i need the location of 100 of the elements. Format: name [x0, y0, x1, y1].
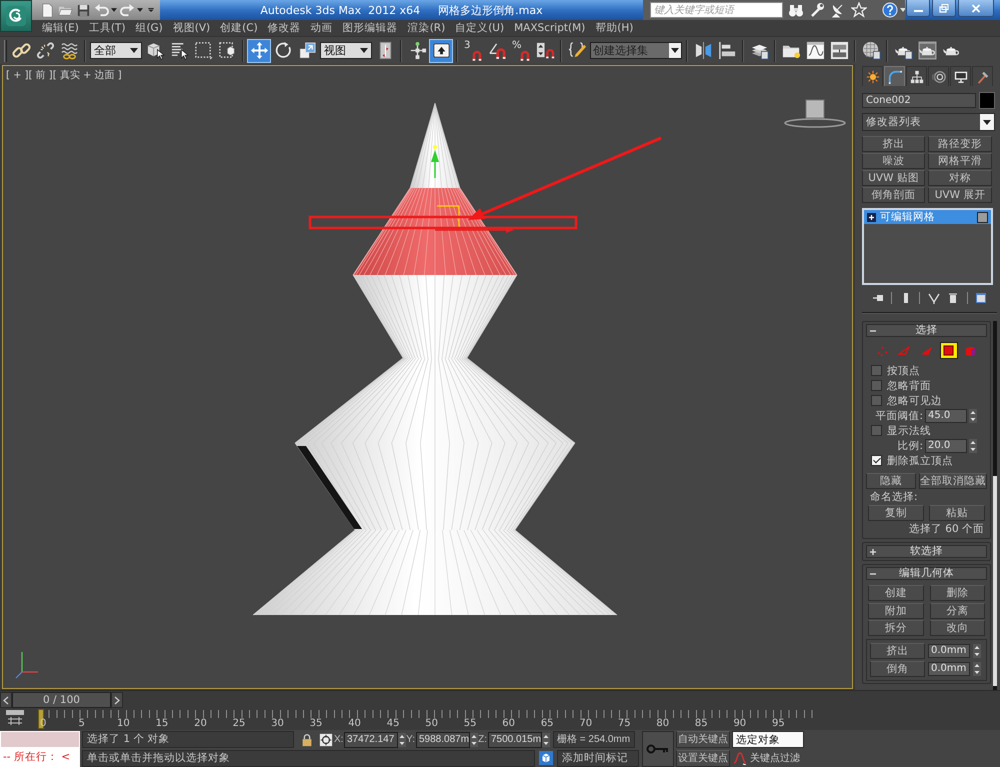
checkbox[interactable]: [871, 365, 882, 376]
panel-button[interactable]: 删除: [930, 585, 985, 601]
panel-button[interactable]: 全部取消隐藏: [919, 473, 987, 489]
checkbox[interactable]: [871, 395, 882, 406]
help-button[interactable]: [882, 2, 906, 18]
panel-tab[interactable]: [928, 66, 949, 86]
scrollbar[interactable]: [993, 321, 997, 690]
modifier-button[interactable]: 挤出: [862, 136, 925, 152]
time-slider-thumb[interactable]: 0 / 100: [0, 692, 123, 708]
menu-item[interactable]: 图形编辑器: [342, 21, 398, 35]
view-cube-icon[interactable]: [784, 100, 846, 128]
braces-pencil-icon: [568, 41, 586, 60]
broken-chain-icon: [36, 41, 54, 60]
menu-item[interactable]: MAXScript(M): [514, 22, 586, 34]
auto-key-button[interactable]: 自动关键点: [676, 731, 730, 748]
menu-item[interactable]: 自定义(U): [455, 21, 504, 35]
move-button[interactable]: [247, 38, 271, 62]
key-filters-button[interactable]: 关键点过滤: [750, 751, 800, 766]
coordinate-field[interactable]: 7500.015m: [488, 732, 542, 748]
modifier-list-dropdown[interactable]: 修改器列表: [862, 113, 995, 131]
panel-button[interactable]: 改向: [930, 620, 985, 636]
axis-label: Y:: [406, 734, 416, 746]
checkbox[interactable]: [871, 425, 882, 436]
selection-set-combo[interactable]: 创建选择集: [590, 42, 682, 59]
coordinate-field[interactable]: 37472.147: [344, 732, 398, 748]
menu-item[interactable]: 工具(T): [88, 21, 126, 35]
snap-toggle-button[interactable]: %: [509, 38, 533, 62]
search-button[interactable]: [788, 2, 804, 18]
viewport-label[interactable]: [ + ][ 前 ][ 真实 + 边面 ]: [6, 68, 122, 82]
coordinate-field[interactable]: 5988.087m: [416, 732, 470, 748]
rollout-header[interactable]: 编辑几何体: [866, 567, 987, 580]
snap-toggle-button[interactable]: 3: [461, 38, 485, 62]
menu-item[interactable]: 创建(C): [220, 21, 258, 35]
menu-item[interactable]: 动画: [310, 21, 333, 35]
modifier-button[interactable]: 噪波: [862, 153, 925, 169]
time-tag-field[interactable]: 添加时间标记: [557, 750, 639, 767]
previous-frame-button[interactable]: [0, 692, 12, 708]
sub-object-level-button[interactable]: [940, 342, 958, 359]
menu-item[interactable]: 渲染(R): [408, 21, 446, 35]
panel-tab[interactable]: [972, 66, 993, 86]
color-swatch-icon[interactable]: [979, 92, 995, 109]
dropdown[interactable]: 全部: [90, 42, 142, 59]
keyboard-override-button[interactable]: [429, 38, 453, 62]
new-file-button[interactable]: [40, 1, 55, 19]
modifier-button[interactable]: 对称: [928, 170, 992, 186]
panel-button[interactable]: 分离: [930, 602, 985, 618]
spinner-field[interactable]: 45.0: [925, 408, 967, 422]
time-slider-track[interactable]: 0 / 100: [0, 690, 1000, 708]
key-mode-dropdown[interactable]: 选定对象: [732, 731, 804, 748]
menu-item[interactable]: 修改器: [268, 21, 301, 35]
application-button[interactable]: [0, 0, 32, 32]
settings-button[interactable]: [809, 2, 825, 18]
undo-button[interactable]: [94, 1, 117, 19]
close-button[interactable]: [958, 0, 994, 17]
dots-icon: [876, 344, 889, 357]
panel-tab[interactable]: [906, 66, 927, 86]
menu-item[interactable]: 视图(V): [172, 21, 210, 35]
panel-tab[interactable]: [862, 66, 883, 86]
current-frame-marker[interactable]: [38, 709, 44, 729]
spinner-field[interactable]: 0.0mm: [928, 644, 970, 658]
minimize-button[interactable]: [906, 0, 930, 17]
time-tag-button[interactable]: [538, 750, 554, 766]
panel-button[interactable]: 复制: [868, 505, 924, 521]
menu-item[interactable]: 组(G): [135, 21, 163, 35]
set-key-button[interactable]: 设置关键点: [676, 750, 730, 767]
favorites-button[interactable]: [851, 2, 867, 18]
modifier-button[interactable]: 路径变形: [928, 136, 992, 152]
panel-button[interactable]: 隐藏: [866, 473, 916, 489]
panel-button[interactable]: 附加: [868, 602, 924, 618]
panel-button[interactable]: 粘贴: [929, 505, 985, 521]
modifier-button[interactable]: 倒角剖面: [862, 187, 925, 203]
spinner-field[interactable]: 20.0: [925, 438, 967, 452]
panel-tab[interactable]: [950, 66, 971, 86]
panel-button[interactable]: 创建: [868, 585, 924, 601]
stack-item[interactable]: 可编辑网格: [864, 210, 991, 224]
redo-button[interactable]: [120, 1, 143, 19]
rollout-header[interactable]: 软选择: [866, 545, 987, 558]
viewport[interactable]: [ + ][ 前 ][ 真实 + 边面 ]: [2, 65, 853, 689]
checkbox-label: 忽略背面: [887, 378, 931, 392]
spinner-field[interactable]: 0.0mm: [928, 662, 970, 676]
schematic-icon: [830, 41, 848, 60]
panel-button[interactable]: 拆分: [868, 620, 924, 636]
transform-mode-button[interactable]: [318, 732, 334, 748]
modifier-button[interactable]: 网格平滑: [928, 153, 992, 169]
object-name-field[interactable]: Cone002: [862, 93, 976, 108]
panel-button[interactable]: 挤出: [870, 643, 925, 659]
menu-item[interactable]: 编辑(E): [42, 21, 79, 35]
restore-button[interactable]: [932, 0, 956, 17]
rollout-header[interactable]: 选择: [866, 324, 987, 337]
search-field[interactable]: 键入关键字或短语: [650, 2, 783, 18]
listener-input-field[interactable]: [0, 731, 80, 748]
dropdown[interactable]: 视图: [320, 42, 372, 59]
modifier-button[interactable]: UVW 展开: [928, 187, 992, 203]
modifier-button[interactable]: UVW 贴图: [862, 170, 925, 186]
timeline-ruler[interactable]: 0 5 10 15 20 25 30 35 40 45 50 55 60 65 70 75 80 85 90 95: [37, 708, 814, 730]
checkbox[interactable]: [871, 380, 882, 391]
next-frame-button[interactable]: [111, 692, 123, 708]
menu-item[interactable]: 帮助(H): [595, 21, 634, 35]
checkbox[interactable]: [871, 455, 882, 466]
panel-button[interactable]: 倒角: [870, 661, 925, 677]
